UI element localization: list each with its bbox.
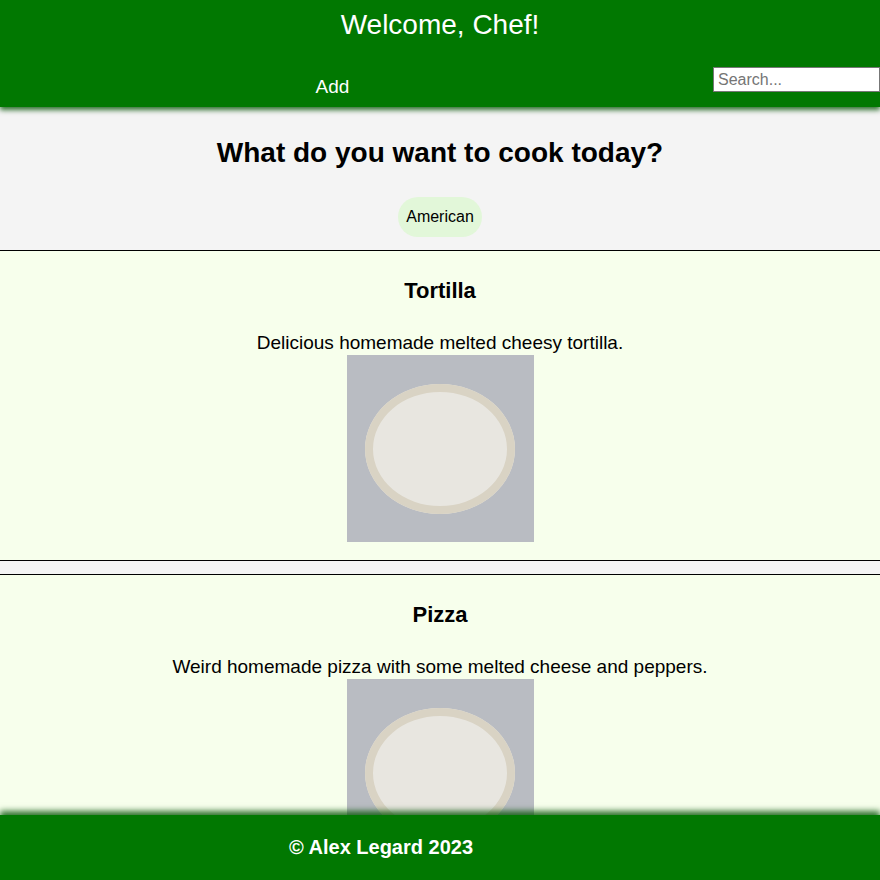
nav-link[interactable]: Add: [316, 76, 350, 98]
plate-shape: [365, 384, 515, 514]
recipe-title: Pizza: [0, 601, 880, 629]
nav-bar: Add: [0, 57, 880, 107]
category-list: American: [0, 197, 880, 237]
recipe-description: Weird homemade pizza with some melted ch…: [0, 655, 880, 679]
recipe-card[interactable]: Pizza Weird homemade pizza with some melt…: [0, 574, 880, 815]
recipe-card[interactable]: Tortilla Delicious homemade melted cheesy…: [0, 250, 880, 561]
search-input[interactable]: [713, 67, 880, 92]
recipe-description: Delicious homemade melted cheesy tortill…: [0, 331, 880, 355]
intro-section: What do you want to cook today? American: [0, 107, 880, 250]
plate-shape: [365, 708, 515, 816]
recipe-photo: [347, 355, 534, 542]
footer-text: © Alex Legard 2023: [289, 836, 473, 859]
app-page: Welcome, Chef! Add What do you want to coo…: [0, 0, 880, 880]
category-chip[interactable]: American: [398, 197, 482, 237]
nav-links: Add: [0, 57, 713, 98]
main-content: What do you want to cook today? American T…: [0, 107, 880, 815]
recipe-title: Tortilla: [0, 277, 880, 305]
recipe-photo: [347, 679, 534, 815]
site-footer: © Alex Legard 2023: [0, 815, 880, 880]
welcome-title: Welcome, Chef!: [0, 0, 880, 57]
intro-heading: What do you want to cook today?: [0, 136, 880, 170]
site-header: Welcome, Chef! Add: [0, 0, 880, 107]
